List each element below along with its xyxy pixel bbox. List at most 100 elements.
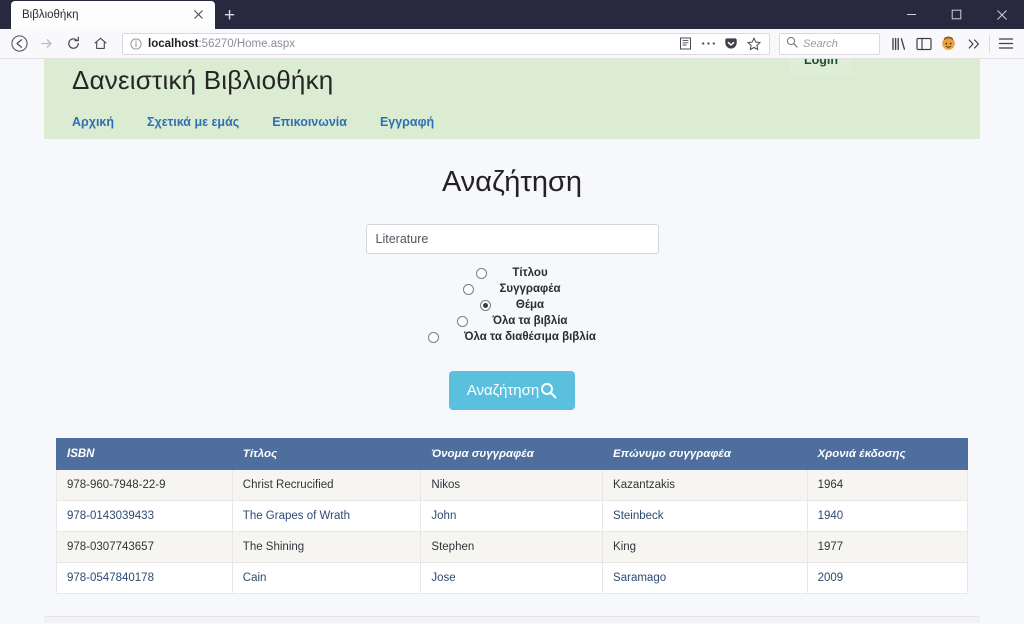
login-button[interactable]: Login [789,59,852,75]
table-row[interactable]: 978-0547840178 Cain Jose Saramago 2009 [56,562,969,594]
sidebar-icon[interactable] [911,34,936,54]
window-controls [889,0,1024,29]
nav-link-register[interactable]: Εγγραφή [380,115,434,129]
browser-toolbar: localhost:56270/Home.aspx Search [0,29,1024,59]
info-circle-icon[interactable] [130,37,142,50]
column-header-isbn[interactable]: ISBN [56,438,233,470]
window-close-icon[interactable] [979,0,1024,29]
address-bar-actions [674,34,765,54]
table-row[interactable]: 978-0307743657 The Shining Stephen King … [56,531,969,563]
search-icon [786,35,798,53]
cell-isbn[interactable]: 978-0547840178 [56,562,233,594]
cell-year[interactable]: 1964 [806,469,969,501]
cell-isbn[interactable]: 978-960-7948-22-9 [56,469,233,501]
column-header-firstname[interactable]: Όνομα συγγραφέα [420,438,604,470]
back-arrow-icon[interactable] [6,32,33,56]
results-table-body: 978-960-7948-22-9 Christ Recrucified Nik… [56,469,969,594]
column-header-title[interactable]: Τίτλος [231,438,422,470]
chevron-double-right-icon[interactable] [961,34,986,54]
cell-lastname[interactable]: Saramago [602,562,808,594]
results-table: ISBN Τίτλος Όνομα συγγραφέα Επώνυμο συγγ… [56,438,969,594]
radio-option-subject[interactable]: Θέμα [479,297,545,313]
search-button-label: Αναζήτηση [466,382,540,399]
toolbar-divider [989,34,990,53]
radio-label: Τίτλου [512,267,548,279]
browser-title-bar: Βιβλιοθήκη + [0,0,1024,29]
url-host: localhost [148,37,199,50]
radio-label: Θέμα [515,299,545,311]
address-bar[interactable]: localhost:56270/Home.aspx [122,32,770,55]
pocket-icon[interactable] [720,34,742,54]
radio-option-author[interactable]: Συγγραφέα [463,281,561,297]
search-mode-radio-group: Τίτλου Συγγραφέα Θέμα Όλα τα βιβλία Όλα … [44,265,980,345]
cell-isbn[interactable]: 978-0307743657 [56,531,233,563]
results-table-head: ISBN Τίτλος Όνομα συγγραφέα Επώνυμο συγγ… [56,438,969,470]
cell-lastname[interactable]: Kazantzakis [602,469,808,501]
cell-firstname[interactable]: Stephen [420,531,604,563]
radio-indicator [456,315,468,327]
search-input[interactable] [365,224,659,254]
browser-tab[interactable]: Βιβλιοθήκη [11,1,215,29]
radio-label: Όλα τα βιβλία [492,315,568,327]
radio-option-all-available-books[interactable]: Όλα τα διαθέσιμα βιβλία [428,329,596,345]
nav-link-about[interactable]: Σχετικά με εμάς [147,115,239,129]
radio-label: Όλα τα διαθέσιμα βιβλία [464,331,596,343]
radio-label: Συγγραφέα [499,283,561,295]
library-icon[interactable] [886,34,911,54]
search-button-row: Αναζήτηση [44,371,980,410]
new-tab-button[interactable]: + [224,6,235,25]
browser-tab-title: Βιβλιοθήκη [22,9,79,21]
ellipsis-icon[interactable] [697,34,719,54]
login-link[interactable]: Login [804,59,838,67]
browser-toolbar-icons [886,34,1018,54]
minimize-icon[interactable] [889,0,934,29]
cell-title[interactable]: The Grapes of Wrath [231,500,422,532]
url-path: :56270/Home.aspx [198,37,296,50]
radio-indicator [428,331,439,343]
table-header-row: ISBN Τίτλος Όνομα συγγραφέα Επώνυμο συγγ… [56,438,969,470]
cell-firstname[interactable]: Jose [420,562,604,594]
forward-arrow-icon[interactable] [33,32,60,56]
column-header-lastname[interactable]: Επώνυμο συγγραφέα [602,438,808,470]
results-table-wrap: ISBN Τίτλος Όνομα συγγραφέα Επώνυμο συγγ… [44,438,980,594]
cell-isbn[interactable]: 978-0143039433 [56,500,233,532]
star-icon[interactable] [743,34,765,54]
address-bar-url: localhost:56270/Home.aspx [148,38,674,50]
table-row[interactable]: 978-960-7948-22-9 Christ Recrucified Nik… [56,469,969,501]
cell-title[interactable]: Cain [231,562,422,594]
cell-year[interactable]: 1977 [806,531,969,563]
home-icon[interactable] [87,32,114,56]
search-field-row [44,224,980,254]
nav-link-home[interactable]: Αρχική [72,115,114,129]
nav-link-contact[interactable]: Επικοινωνία [272,115,347,129]
site-footer: Δανειστική βιβλιοθήκη - Ανοιχτή για όλου… [44,616,980,623]
reload-icon[interactable] [60,32,87,56]
cell-lastname[interactable]: Steinbeck [602,500,808,532]
column-header-year[interactable]: Χρονιά έκδοσης [806,438,969,470]
tab-close-icon[interactable] [190,6,207,24]
reader-view-icon[interactable] [674,34,696,54]
page-viewport: Login Δανειστική Βιβλιοθήκη Αρχική Σχετι… [0,59,1024,623]
page-container: Login Δανειστική Βιβλιοθήκη Αρχική Σχετι… [44,59,980,623]
hamburger-menu-icon[interactable] [993,34,1018,54]
radio-indicator [476,267,488,279]
cell-firstname[interactable]: John [420,500,604,532]
browser-search-placeholder: Search [803,37,838,50]
cell-title[interactable]: The Shining [231,531,422,563]
site-header: Login Δανειστική Βιβλιοθήκη Αρχική Σχετι… [44,59,980,139]
radio-indicator [463,283,475,295]
browser-search-bar[interactable]: Search [779,32,880,55]
search-submit-button[interactable]: Αναζήτηση [448,371,576,410]
maximize-icon[interactable] [934,0,979,29]
radio-option-title[interactable]: Τίτλου [476,265,548,281]
cell-year[interactable]: 2009 [806,562,969,594]
account-avatar-icon[interactable] [936,34,961,54]
radio-option-all-books[interactable]: Όλα τα βιβλία [456,313,568,329]
table-row[interactable]: 978-0143039433 The Grapes of Wrath John … [56,500,969,532]
cell-lastname[interactable]: King [602,531,808,563]
cell-year[interactable]: 1940 [806,500,969,532]
search-icon [540,382,557,399]
cell-firstname[interactable]: Nikos [420,469,604,501]
main-navigation: Αρχική Σχετικά με εμάς Επικοινωνία Εγγρα… [64,115,960,129]
cell-title[interactable]: Christ Recrucified [231,469,422,501]
